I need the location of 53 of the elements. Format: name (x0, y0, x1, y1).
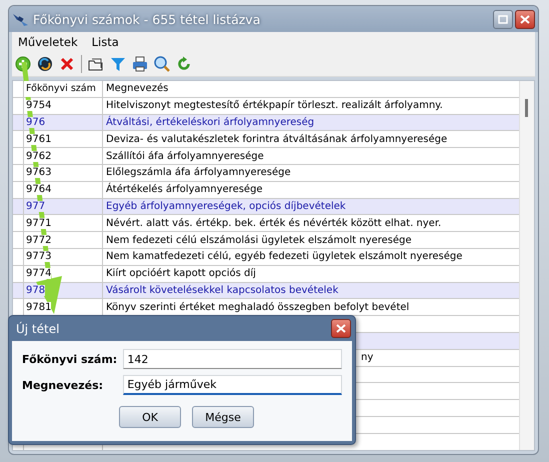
table-cell: 978 (26, 284, 46, 296)
scroll-thumb[interactable] (525, 99, 528, 117)
table-cell: 9771 (26, 218, 52, 229)
table-cell: Vásárolt követelésekkel kapcsolatos bevételek (106, 284, 338, 296)
table-cell: Átváltási, értékeléskori árfolyamnyereség (106, 116, 314, 128)
dialog-button[interactable]: Mégse (192, 406, 254, 428)
table-cell: ny (361, 352, 374, 364)
field-label: Megnevezés: (22, 378, 104, 392)
table-cell: Könyv szerinti értéket meghaladó összegben befolyt bevétel (106, 302, 410, 313)
column-header[interactable]: Főkönyvi szám (24, 81, 103, 97)
menu-item[interactable]: Műveletek (18, 35, 78, 49)
close-icon (520, 14, 530, 24)
close-button[interactable] (331, 319, 351, 338)
printer-icon[interactable] (132, 56, 148, 72)
folder-icon[interactable] (88, 56, 104, 72)
input-field[interactable]: 142 (123, 349, 342, 369)
table-cell: Deviza- és valutakészletek forintra átváltásának árfolyamnyeresége (106, 134, 448, 145)
window-title: Főkönyvi számok - 655 tétel listázva (33, 12, 262, 26)
filter-icon[interactable] (110, 56, 126, 72)
table-cell: Átértékelés árfolyamnyeresége (106, 184, 263, 196)
close-button[interactable] (515, 10, 535, 28)
table-cell: Előlegszámla áfa árfolyamnyeresége (106, 167, 291, 178)
dialog-button[interactable]: OK (119, 406, 181, 428)
table-cell: Szállítói áfa árfolyamnyeresége (106, 150, 264, 162)
table-cell: Nem fedezeti célú elszámolási ügyletek elszámolt nyeresége (106, 234, 412, 246)
table-cell: Hitelviszonyt megtestesítő értékpapír törleszt. realizált árfolyamny. (106, 100, 443, 112)
close-icon (336, 324, 346, 333)
table-cell: Kiírt opcióért kapott opciós díj (106, 268, 256, 280)
search-icon[interactable] (154, 56, 170, 72)
table-cell: 9774 (26, 268, 52, 280)
table-cell: 977 (26, 200, 46, 212)
maximize-icon (498, 14, 508, 24)
table-cell: 976 (26, 116, 46, 128)
table-cell: Egyéb árfolyamnyereségek, opciós díjbevételek (106, 200, 346, 212)
plus-icon[interactable] (15, 56, 31, 72)
refresh-icon[interactable] (176, 56, 192, 72)
table-cell: 9762 (26, 150, 52, 162)
table-cell: 9781 (26, 302, 52, 313)
table-cell: 9764 (26, 184, 52, 196)
input-field[interactable]: Egyéb járművek (123, 375, 342, 395)
cycle-arrows-icon[interactable] (37, 56, 53, 72)
cross-icon[interactable] (59, 56, 75, 72)
table-cell: 9754 (26, 100, 52, 112)
dialog-title: Új tétel (16, 322, 60, 336)
menu-item[interactable]: Lista (92, 35, 119, 49)
table-cell: 9763 (26, 167, 52, 178)
table-cell: 9773 (26, 251, 52, 262)
table-cell: Névért. alatt vás. értékp. bek. érték és névérték között elhat. nyer. (106, 218, 442, 229)
table-cell: 9761 (26, 134, 52, 145)
table-cell: Nem kamatfedezeti célú, egyéb fedezeti ügyletek elszámolt nyeresége (106, 251, 462, 262)
maximize-button[interactable] (493, 10, 513, 28)
field-label: Főkönyvi szám: (22, 352, 118, 366)
table-cell: 9772 (26, 234, 52, 246)
